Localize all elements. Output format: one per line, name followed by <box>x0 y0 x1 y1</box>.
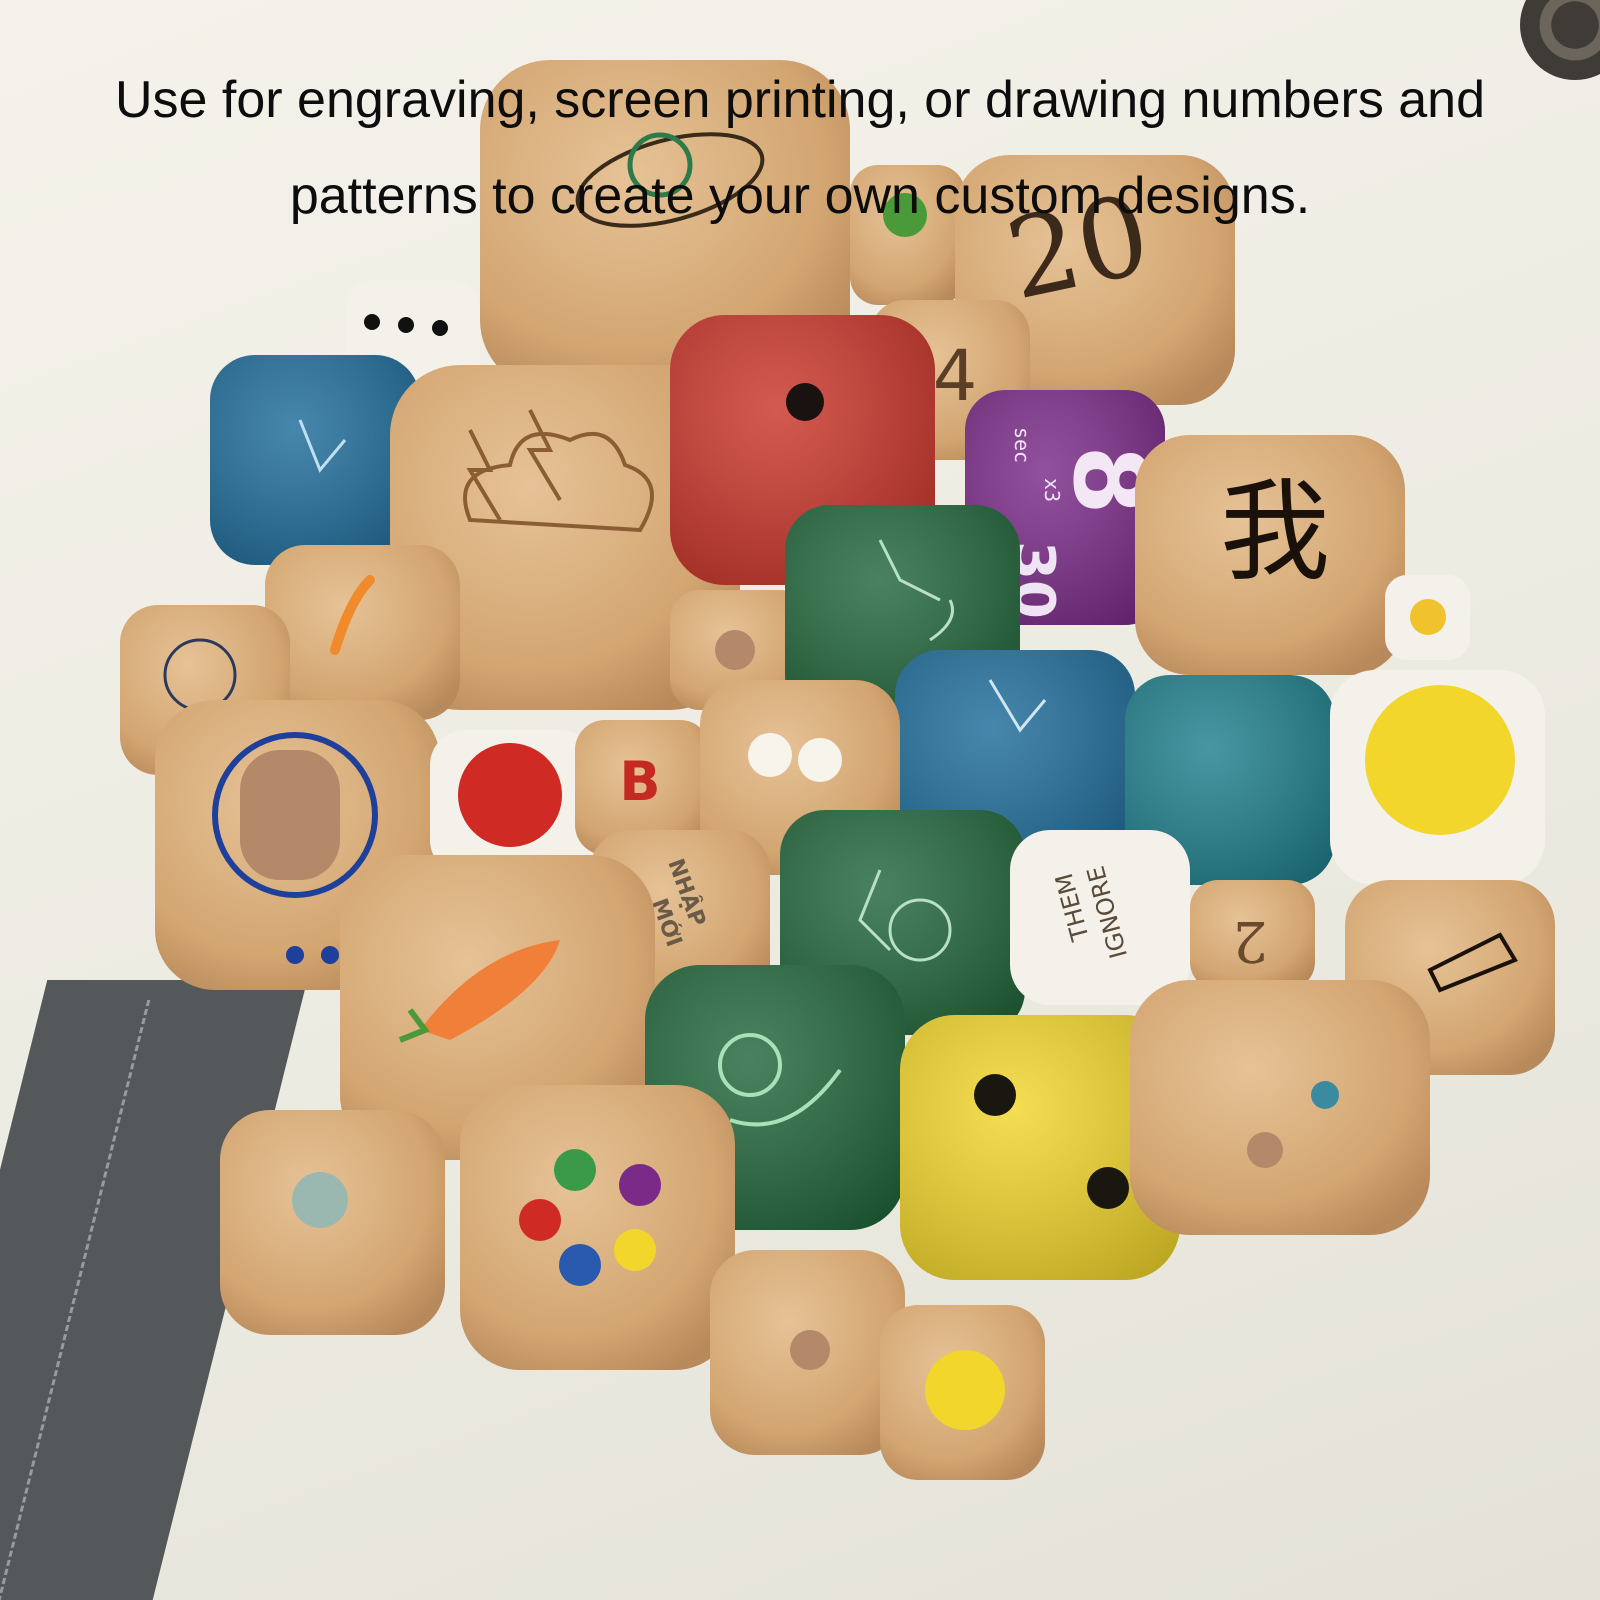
die-label-four: 4 <box>933 335 978 417</box>
die-label-two: 2 <box>1232 908 1268 973</box>
caption: Use for engraving, screen printing, or d… <box>60 52 1540 244</box>
caption-line-1: Use for engraving, screen printing, or d… <box>114 71 1486 129</box>
product-photo: 20 4 8 sec x3 30 我 B NHẬP MỚI IGNORE THE… <box>0 0 1600 1600</box>
die-wood-chinese: 我 <box>1135 435 1405 675</box>
caption-line-2: patterns to create your own custom desig… <box>289 167 1311 225</box>
die-white-red-dot <box>430 730 595 875</box>
die-wood-arabic <box>710 1250 905 1455</box>
die-wood-wheat <box>265 545 460 720</box>
die-blue <box>210 355 420 565</box>
die-label-b: B <box>619 750 660 813</box>
die-wood-two: 2 <box>1190 880 1315 990</box>
die-wood-yellow-dot <box>880 1305 1045 1480</box>
die-label-wo: 我 <box>1220 468 1330 596</box>
die-white-yellow <box>1330 670 1545 885</box>
die-label-x3: x3 <box>1040 478 1064 502</box>
die-label-sec: sec <box>1010 427 1034 463</box>
die-wood-acrobat <box>1130 980 1430 1235</box>
die-white-ignore: IGNORE THEM <box>1010 830 1190 1005</box>
die-wood-colored-dots <box>460 1085 735 1370</box>
die-wood-cupcake <box>220 1110 445 1335</box>
die-white-yellow-dot-small <box>1385 575 1470 660</box>
